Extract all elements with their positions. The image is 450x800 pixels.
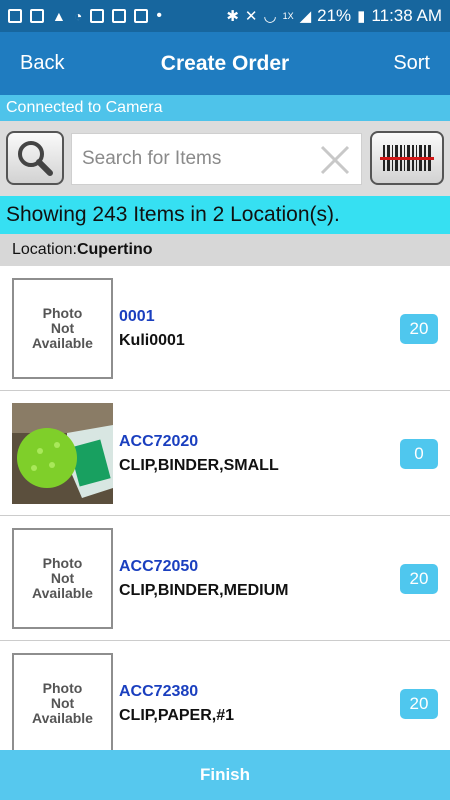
quantity-badge[interactable]: 20 (400, 314, 438, 344)
gallery-icon (112, 9, 127, 23)
battery-percent: 21% (317, 6, 352, 25)
sd-card-icon (134, 9, 149, 23)
bluetooth-icon: ✱ (226, 8, 239, 25)
page-title: Create Order (160, 51, 290, 75)
result-count-text: Showing 243 Items in 2 Location(s). (6, 203, 340, 226)
placeholder-line: Photo (42, 680, 83, 696)
battery-icon: ▮ (357, 8, 366, 25)
placeholder-line: Not (50, 695, 75, 711)
finish-button[interactable]: Finish (0, 750, 450, 800)
bag-icon (8, 9, 22, 23)
item-description: CLIP,PAPER,#1 (119, 707, 235, 724)
search-input[interactable] (82, 148, 312, 170)
item-code: 0001 (119, 308, 155, 325)
system-status: ✱ ✕ ◡ 1X ◢ 21% ▮ 11:38 AM (226, 6, 442, 26)
placeholder-line: Available (32, 585, 93, 601)
list-item[interactable]: Photo Not Available ACC72050 CLIP,BINDER… (0, 516, 450, 641)
photo-placeholder: Photo Not Available (12, 278, 113, 379)
search-field (71, 133, 362, 185)
cell-signal-icon: ◢ (299, 8, 312, 25)
placeholder-line: Photo (42, 555, 83, 571)
list-item[interactable]: ACC72020 CLIP,BINDER,SMALL 0 (0, 391, 450, 516)
camera-status-bar: Connected to Camera (0, 95, 450, 121)
list-item[interactable]: Photo Not Available ACC72380 CLIP,PAPER,… (0, 641, 450, 750)
photo-placeholder: Photo Not Available (12, 528, 113, 629)
search-icon (18, 141, 53, 176)
wifi-icon: ◡ (263, 8, 277, 25)
signal-badge: 1X (282, 11, 294, 21)
item-description: CLIP,BINDER,SMALL (119, 457, 279, 474)
clear-icon[interactable] (319, 144, 351, 176)
item-photo (12, 403, 113, 504)
back-button[interactable]: Back (20, 52, 64, 75)
location-prefix: Location: (12, 241, 77, 258)
item-list: Photo Not Available 0001 Kuli0001 20 ACC… (0, 266, 450, 750)
item-code: ACC72050 (119, 558, 199, 575)
location-header: Location: Cupertino (0, 234, 450, 266)
status-bar: ▲ ◔ • ✱ ✕ ◡ 1X ◢ 21% ▮ 11:38 AM (0, 0, 450, 32)
result-count-bar: Showing 243 Items in 2 Location(s). (0, 196, 450, 234)
nav-bar: Back Create Order Sort (0, 32, 450, 95)
clock: 11:38 AM (371, 6, 442, 25)
image-icon (90, 9, 105, 23)
product-photo-image (12, 403, 113, 504)
placeholder-line: Not (50, 320, 75, 336)
quantity-badge[interactable]: 20 (400, 689, 438, 719)
sort-button[interactable]: Sort (393, 52, 430, 75)
notification-icons: ▲ ◔ • (8, 7, 162, 25)
item-description: Kuli0001 (119, 332, 185, 349)
sim-icon (30, 9, 44, 23)
placeholder-line: Available (32, 710, 93, 726)
photo-placeholder: Photo Not Available (12, 653, 113, 750)
speedometer-icon: ◔ (73, 8, 83, 24)
search-row (0, 121, 450, 196)
barcode-scan-button[interactable] (370, 131, 444, 185)
quantity-badge[interactable]: 20 (400, 564, 438, 594)
finish-label: Finish (199, 765, 251, 784)
warning-icon: ▲ (52, 8, 66, 24)
more-icon: • (156, 7, 162, 24)
placeholder-line: Photo (42, 305, 83, 321)
barcode-scan-icon (380, 145, 434, 171)
mute-icon: ✕ (244, 8, 258, 25)
placeholder-line: Not (50, 570, 75, 586)
camera-status-text: Connected to Camera (6, 99, 163, 116)
item-code: ACC72380 (119, 683, 199, 700)
placeholder-line: Available (32, 335, 93, 351)
item-code: ACC72020 (119, 433, 199, 450)
item-description: CLIP,BINDER,MEDIUM (119, 582, 289, 599)
search-button[interactable] (6, 131, 64, 185)
quantity-badge[interactable]: 0 (400, 439, 438, 469)
location-name: Cupertino (76, 241, 153, 258)
list-item[interactable]: Photo Not Available 0001 Kuli0001 20 (0, 266, 450, 391)
